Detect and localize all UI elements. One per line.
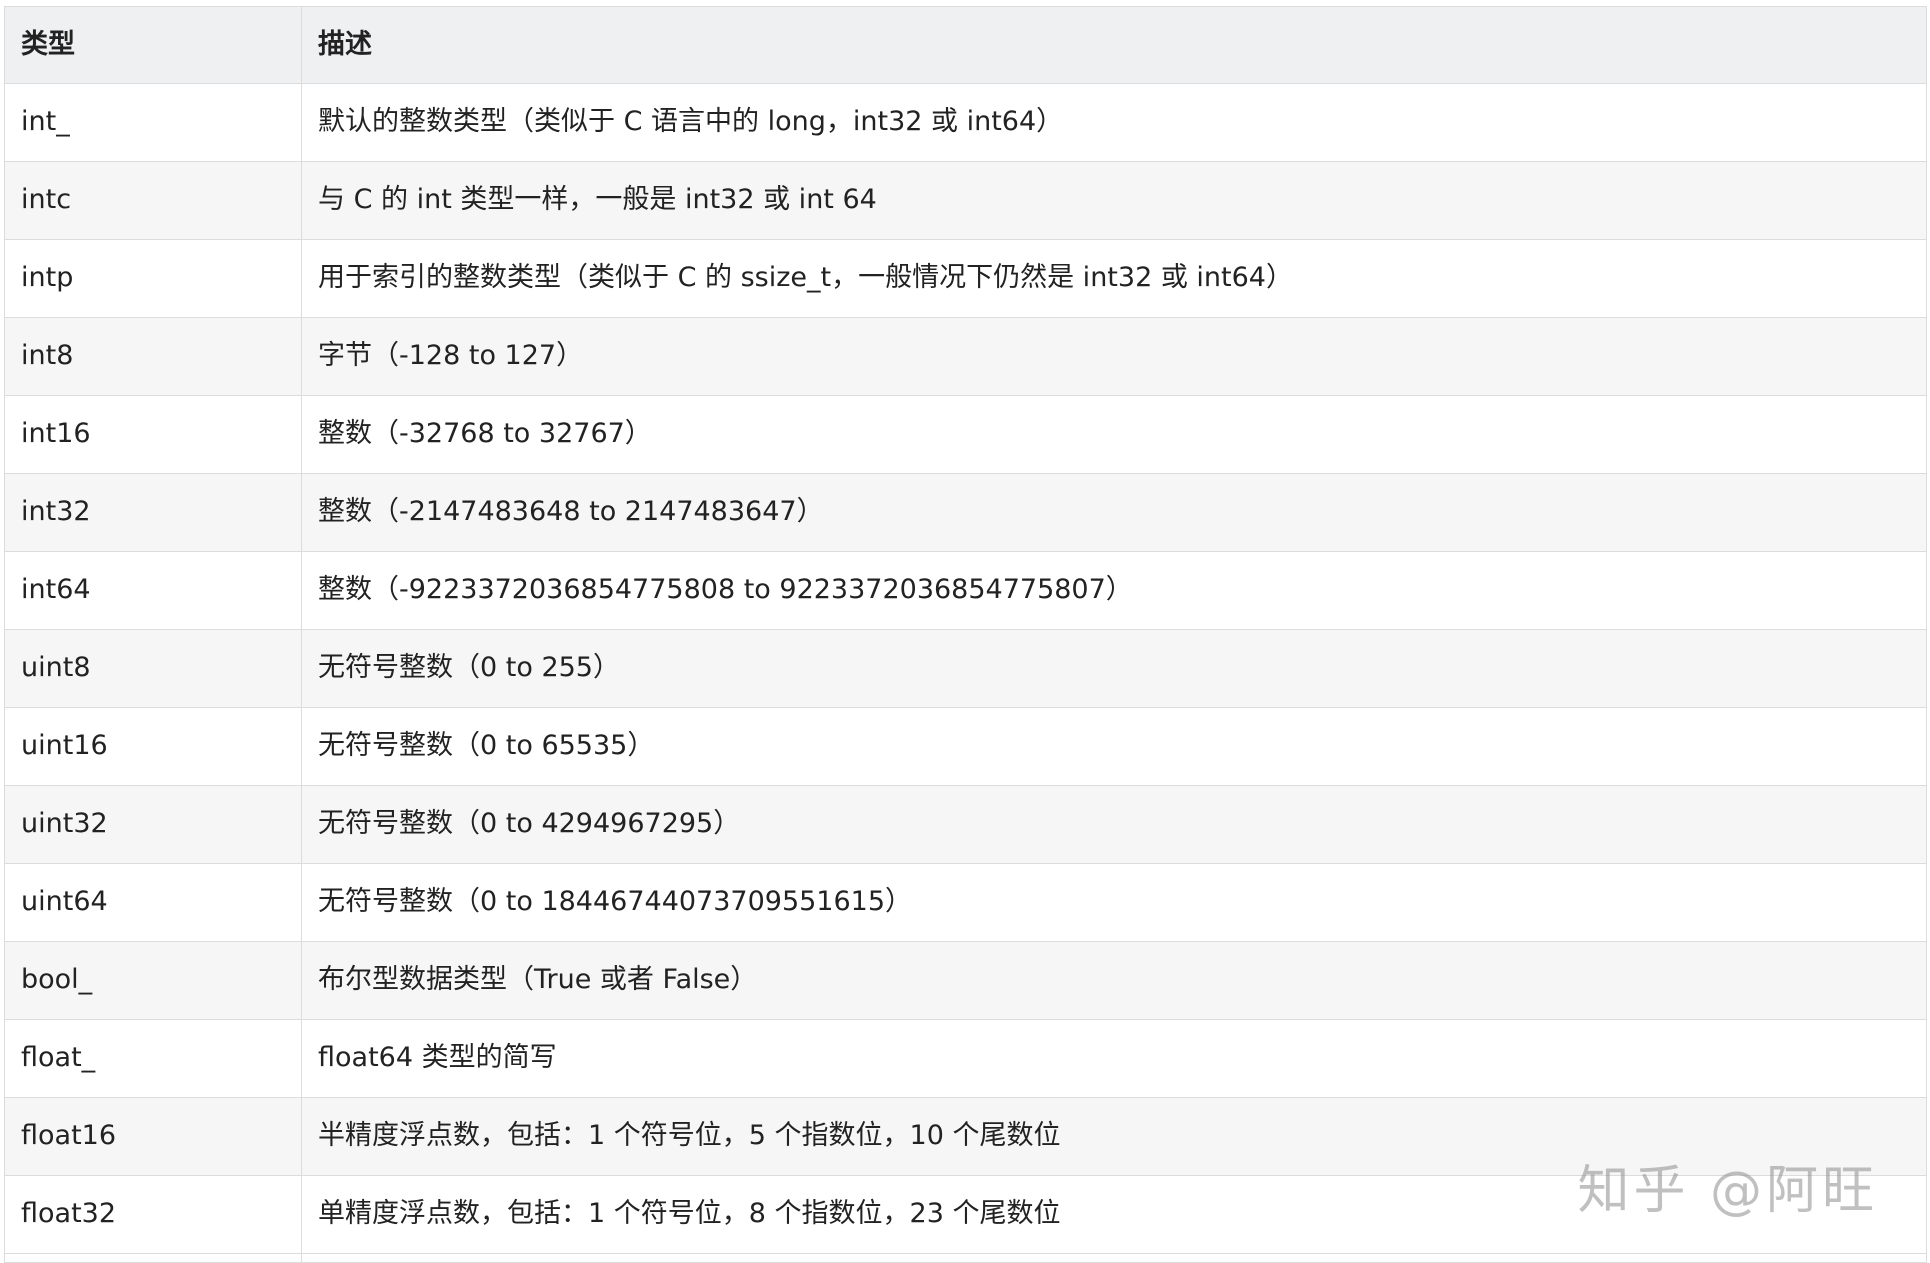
description-cell: 用于索引的整数类型（类似于 C 的 ssize_t，一般情况下仍然是 int32… [301,239,1927,318]
header-description: 描述 [301,6,1927,84]
partial-row [4,1253,1927,1263]
header-row: 类型 描述 [4,6,1927,84]
type-cell: uint8 [4,629,302,708]
description-cell: 默认的整数类型（类似于 C 语言中的 long，int32 或 int64） [301,83,1927,162]
type-cell: uint16 [4,707,302,786]
description-cell: 无符号整数（0 to 65535） [301,707,1927,786]
data-types-table-container: 类型 描述 int_ 默认的整数类型（类似于 C 语言中的 long，int32… [4,6,1927,1263]
table-row: int32 整数（-2147483648 to 2147483647） [4,473,1927,552]
table-row: float_ float64 类型的简写 [4,1019,1927,1098]
description-cell: 布尔型数据类型（True 或者 False） [301,941,1927,1020]
type-cell: int_ [4,83,302,162]
table-row: int64 整数（-9223372036854775808 to 9223372… [4,551,1927,630]
type-cell: intc [4,161,302,240]
header-type: 类型 [4,6,302,84]
type-cell: intp [4,239,302,318]
table-body: int_ 默认的整数类型（类似于 C 语言中的 long，int32 或 int… [4,83,1927,1263]
zhihu-watermark: 知乎 @阿旺 [1577,1161,1878,1221]
table-row: bool_ 布尔型数据类型（True 或者 False） [4,941,1927,1020]
type-cell: uint64 [4,863,302,942]
description-cell: 无符号整数（0 to 4294967295） [301,785,1927,864]
table-header: 类型 描述 [4,6,1927,84]
table-row: int_ 默认的整数类型（类似于 C 语言中的 long，int32 或 int… [4,83,1927,162]
partial-type-cell [4,1253,302,1263]
partial-description-cell [301,1253,1927,1263]
table-row: uint16 无符号整数（0 to 65535） [4,707,1927,786]
data-types-table: 类型 描述 int_ 默认的整数类型（类似于 C 语言中的 long，int32… [4,6,1927,1263]
type-cell: int64 [4,551,302,630]
type-cell: int16 [4,395,302,474]
table-row: int16 整数（-32768 to 32767） [4,395,1927,474]
description-cell: float64 类型的简写 [301,1019,1927,1098]
description-cell: 无符号整数（0 to 18446744073709551615） [301,863,1927,942]
type-cell: int8 [4,317,302,396]
type-cell: bool_ [4,941,302,1020]
table-row: intc 与 C 的 int 类型一样，一般是 int32 或 int 64 [4,161,1927,240]
description-cell: 无符号整数（0 to 255） [301,629,1927,708]
table-row: int8 字节（-128 to 127） [4,317,1927,396]
type-cell: uint32 [4,785,302,864]
table-row: intp 用于索引的整数类型（类似于 C 的 ssize_t，一般情况下仍然是 … [4,239,1927,318]
type-cell: float_ [4,1019,302,1098]
type-cell: int32 [4,473,302,552]
description-cell: 整数（-2147483648 to 2147483647） [301,473,1927,552]
description-cell: 字节（-128 to 127） [301,317,1927,396]
table-row: uint8 无符号整数（0 to 255） [4,629,1927,708]
description-cell: 整数（-9223372036854775808 to 9223372036854… [301,551,1927,630]
type-cell: float32 [4,1175,302,1254]
table-row: uint64 无符号整数（0 to 18446744073709551615） [4,863,1927,942]
table-row: uint32 无符号整数（0 to 4294967295） [4,785,1927,864]
description-cell: 与 C 的 int 类型一样，一般是 int32 或 int 64 [301,161,1927,240]
description-cell: 整数（-32768 to 32767） [301,395,1927,474]
type-cell: float16 [4,1097,302,1176]
